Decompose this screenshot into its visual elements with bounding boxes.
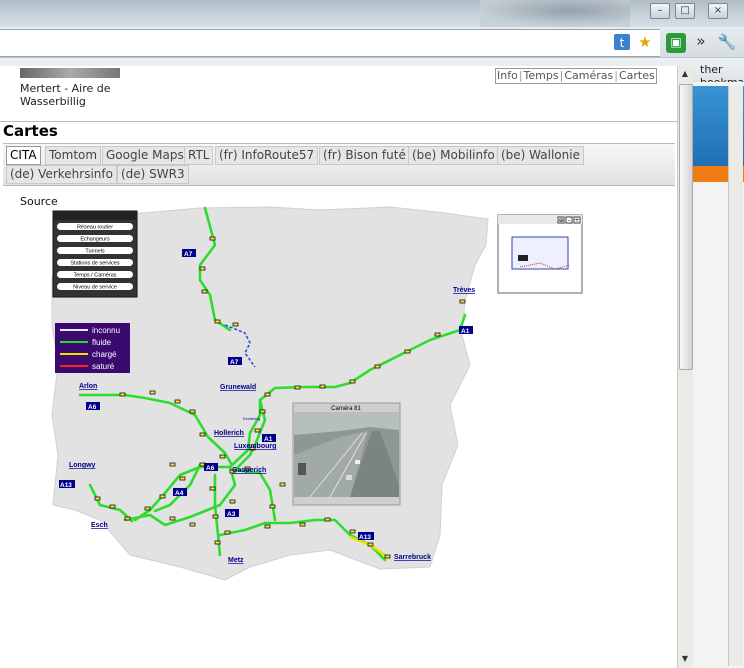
road-a6-west: A6	[88, 404, 97, 411]
chevron-icon[interactable]: »	[694, 32, 708, 50]
legend-charge: chargé	[92, 350, 117, 359]
section-title: Cartes	[3, 122, 58, 140]
place-thumbnail	[20, 68, 120, 78]
overview-map: ⊕ – +	[497, 214, 583, 294]
section-links: Info|Temps|Caméras|Cartes	[495, 68, 657, 84]
window-titlebar: – □ ×	[0, 0, 744, 27]
road-a13-west: A13	[60, 482, 72, 489]
titlebar-artwork	[480, 0, 630, 27]
legend-inconnu: inconnu	[92, 326, 120, 335]
scroll-up-icon[interactable]: ▲	[680, 69, 690, 79]
city-luxembourg[interactable]: Luxembourg	[234, 443, 276, 450]
city-treves[interactable]: Trèves	[453, 287, 475, 294]
tab-wallonie[interactable]: (be) Wallonie	[497, 146, 584, 165]
map-layer-menu: Réseau routier Echangeurs Tunnels Statio…	[52, 210, 138, 298]
close-button[interactable]: ×	[708, 3, 728, 19]
camera-panel: Caméra 81	[292, 402, 401, 506]
city-gasperich[interactable]: Gasperich	[232, 467, 266, 474]
city-arlon[interactable]: Arlon	[79, 383, 97, 390]
scroll-down-icon[interactable]: ▼	[680, 654, 690, 664]
address-bar[interactable]: t ★	[0, 29, 660, 57]
city-kirchberg[interactable]: Kirchberg	[243, 416, 260, 421]
tab-mobilinfo[interactable]: (be) Mobilinfo	[408, 146, 499, 165]
tab-verkehrsinfo[interactable]: (de) Verkehrsinfo	[6, 165, 117, 184]
minimize-button[interactable]: –	[650, 3, 670, 19]
divider	[0, 121, 677, 122]
link-cameras[interactable]: Caméras	[563, 69, 614, 82]
tab-cita[interactable]: CITA	[6, 146, 41, 165]
extension-icon[interactable]: t	[614, 34, 630, 50]
extension-green-icon[interactable]: ▣	[666, 33, 686, 53]
city-sarrebruck[interactable]: Sarrebruck	[394, 554, 431, 561]
overview-plus-icon[interactable]: +	[574, 217, 579, 224]
map-provider-tabs: CITA Tomtom Google Maps RTL (fr) InfoRou…	[3, 143, 675, 186]
tab-google-maps[interactable]: Google Maps	[102, 146, 188, 165]
city-longwy[interactable]: Longwy	[69, 462, 96, 469]
traffic-legend: inconnu fluide chargé saturé	[55, 323, 130, 373]
road-a7-north: A7	[184, 251, 193, 258]
wrench-icon[interactable]: 🔧	[716, 33, 738, 51]
overview-zoom-icon[interactable]: ⊕	[558, 217, 563, 224]
road-a1: A1	[264, 436, 273, 443]
maximize-button[interactable]: □	[675, 3, 695, 19]
road-a13-east: A13	[359, 534, 371, 541]
link-info[interactable]: Info	[496, 69, 519, 82]
camera-title: Caméra 81	[331, 406, 361, 412]
city-esch[interactable]: Esch	[91, 522, 108, 529]
city-grunewald[interactable]: Grunewald	[220, 384, 256, 391]
road-a4: A4	[175, 490, 184, 497]
road-a7: A7	[230, 359, 239, 366]
menu-tunnels[interactable]: Tunnels	[85, 249, 105, 255]
road-a6: A6	[206, 465, 215, 472]
link-temps[interactable]: Temps	[523, 69, 560, 82]
place-name-line2: Wasserbillig	[20, 95, 86, 108]
tab-tomtom[interactable]: Tomtom	[45, 146, 102, 165]
traffic-map[interactable]: A7 A7 A1 A6 A1 A6 A4 A13 A3 A13 Trèves G…	[50, 205, 590, 590]
place-name-line1: Mertert - Aire de	[20, 82, 111, 95]
tab-bison-fute[interactable]: (fr) Bison futé	[319, 146, 410, 165]
link-cartes[interactable]: Cartes	[618, 69, 656, 82]
background-scrollbar[interactable]	[728, 86, 743, 666]
tab-inforoute57[interactable]: (fr) InfoRoute57	[215, 146, 319, 165]
place-name: Mertert - Aire de Wasserbillig	[20, 82, 220, 108]
city-metz[interactable]: Metz	[228, 557, 244, 564]
menu-echangeurs[interactable]: Echangeurs	[80, 237, 110, 243]
legend-sature: saturé	[92, 362, 115, 371]
city-hollerich[interactable]: Hollerich	[214, 430, 244, 437]
menu-reseau-routier[interactable]: Réseau routier	[77, 225, 113, 231]
scroll-thumb[interactable]	[679, 84, 693, 370]
legend-fluide: fluide	[92, 338, 112, 347]
menu-stations[interactable]: Stations de services	[70, 261, 119, 267]
tab-swr3[interactable]: (de) SWR3	[117, 165, 189, 184]
overview-minus-icon[interactable]: –	[568, 217, 571, 224]
road-a3: A3	[227, 511, 236, 518]
popup-scrollbar[interactable]: ▲ ▼	[677, 66, 693, 668]
tab-rtl[interactable]: RTL	[184, 146, 214, 165]
menu-temps-cameras[interactable]: Temps / Caméras	[73, 273, 116, 279]
star-icon[interactable]: ★	[636, 33, 654, 51]
menu-niveau-service[interactable]: Niveau de service	[73, 285, 117, 291]
road-a1-east: A1	[461, 328, 470, 335]
